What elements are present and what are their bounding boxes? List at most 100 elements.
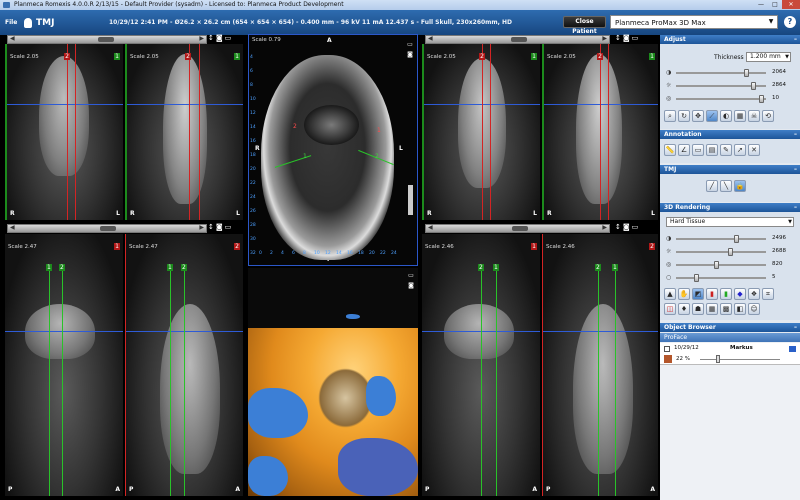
view-toolbar-icons[interactable]: ↕◙▭ xyxy=(615,223,640,231)
slider-knob[interactable] xyxy=(511,37,527,42)
window-icon[interactable]: ▭ xyxy=(407,41,413,48)
render-preset-select[interactable]: Hard Tissue ▼ xyxy=(666,217,794,227)
adjust-header[interactable]: Adjust – xyxy=(660,35,800,44)
object-checkbox[interactable] xyxy=(664,346,670,352)
collapse-icon[interactable]: – xyxy=(794,165,797,174)
annotation-header[interactable]: Annotation – xyxy=(660,130,800,139)
lock-icon[interactable]: 🔒 xyxy=(734,180,746,192)
view-top-left-a[interactable]: Scale 2.05 2 1 R L xyxy=(5,44,123,220)
slider-thumb[interactable] xyxy=(759,95,764,103)
help-button[interactable]: ? xyxy=(784,16,796,28)
object-row[interactable]: 10/29/12 Markus 22 % xyxy=(660,343,800,365)
skull-icon[interactable]: ☠ xyxy=(748,110,760,122)
delete-icon[interactable]: ✕ xyxy=(748,144,760,156)
tmj-module[interactable]: TMJ xyxy=(24,17,69,28)
slider-knob[interactable] xyxy=(512,226,528,231)
clip-blue-icon[interactable]: ◆ xyxy=(734,288,746,300)
maximize-icon[interactable]: □ xyxy=(768,0,782,9)
filter-icon[interactable]: ▦ xyxy=(734,110,746,122)
slider-knob[interactable] xyxy=(100,226,116,231)
right-joint-icon[interactable]: ╲ xyxy=(720,180,732,192)
view-axial[interactable]: Scale 0.79 A R L P 4 6 8 10 12 14 16 18 … xyxy=(248,34,418,266)
cube-icon[interactable]: ❖ xyxy=(748,288,760,300)
slider-thumb[interactable] xyxy=(728,248,733,256)
rendering-header[interactable]: 3D Rendering – xyxy=(660,203,800,212)
pan-icon[interactable]: ✥ xyxy=(692,110,704,122)
arrow-icon[interactable]: ➚ xyxy=(734,144,746,156)
grid-icon[interactable]: ▦ xyxy=(706,303,718,315)
gamma-slider[interactable]: ◎ 10 xyxy=(664,94,796,104)
invert-icon[interactable]: ◐ xyxy=(720,110,732,122)
measure-icon[interactable]: ⟋ xyxy=(706,110,718,122)
render-brightness-slider[interactable]: ☼ 2688 xyxy=(664,247,796,257)
thickness-select[interactable]: 1.200 mm ▼ xyxy=(746,52,791,62)
arrow-right-icon: ▶ xyxy=(199,224,204,231)
reset-icon[interactable]: ⟲ xyxy=(762,110,774,122)
render-opacity-slider[interactable]: ○ 5 xyxy=(664,273,796,283)
landscape-icon[interactable]: ▲ xyxy=(664,288,676,300)
slider-knob[interactable] xyxy=(98,37,114,42)
proface-header[interactable]: ProFace xyxy=(660,333,800,342)
photo-icon[interactable]: ◧ xyxy=(734,303,746,315)
close-icon[interactable]: ✕ xyxy=(782,0,800,9)
density-icon[interactable]: ▤ xyxy=(706,144,718,156)
slider-thumb[interactable] xyxy=(734,235,739,243)
object-opacity-thumb[interactable] xyxy=(716,355,720,363)
tmj-header[interactable]: TMJ – xyxy=(660,165,800,174)
left-joint-icon[interactable]: ╱ xyxy=(706,180,718,192)
camera-icon[interactable]: ◙ xyxy=(408,282,414,289)
view-toolbar-icons[interactable]: ↕◙▭ xyxy=(208,34,233,42)
object-browser-header[interactable]: Object Browser – xyxy=(660,323,800,332)
collapse-icon[interactable]: – xyxy=(794,323,797,332)
view-bottom-right-a[interactable]: 2 1 Scale 2.46 1 P A xyxy=(422,234,540,496)
view-bottom-left-a[interactable]: 1 2 Scale 2.47 1 P A xyxy=(5,234,123,496)
device-select[interactable]: Planmeca ProMax 3D Max ▼ xyxy=(610,15,778,29)
angle-icon[interactable]: ∠ xyxy=(678,144,690,156)
tooth-view-icon[interactable]: ♦ xyxy=(678,303,690,315)
contrast-slider[interactable]: ◑ 2064 xyxy=(664,68,796,78)
skull-3d-icon[interactable]: ☗ xyxy=(692,303,704,315)
object-color-swatch[interactable] xyxy=(789,346,796,352)
collapse-icon[interactable]: – xyxy=(794,203,797,212)
slice-slider-top-left[interactable]: ◀ ▶ xyxy=(7,35,207,44)
close-patient-button[interactable]: Close Patient xyxy=(563,16,606,35)
zoom-icon[interactable]: ⌕ xyxy=(664,110,676,122)
palette-icon[interactable]: ▩ xyxy=(720,303,732,315)
slice-slider-mid-right[interactable]: ◀ ▶ xyxy=(425,224,610,233)
view-3d-render[interactable]: ▭ ◙ xyxy=(248,268,418,496)
file-menu[interactable]: File xyxy=(0,19,20,26)
slider-thumb[interactable] xyxy=(751,82,756,90)
collapse-icon[interactable]: – xyxy=(794,35,797,44)
color-icon[interactable]: ◫ xyxy=(664,303,676,315)
view-bottom-left-b[interactable]: 1 2 Scale 2.47 2 P A xyxy=(125,234,243,496)
note-icon[interactable]: ✎ xyxy=(720,144,732,156)
view-top-right-b[interactable]: Scale 2.05 2 1 R L xyxy=(542,44,658,220)
slice-slider-top-right[interactable]: ◀ ▶ xyxy=(425,35,610,44)
hand-icon[interactable]: ✋ xyxy=(678,288,690,300)
area-icon[interactable]: ▭ xyxy=(692,144,704,156)
view-toolbar-icons[interactable]: ↕◙▭ xyxy=(208,223,233,231)
view-top-left-b[interactable]: Scale 2.05 2 1 R L xyxy=(125,44,243,220)
slider-thumb[interactable] xyxy=(744,69,749,77)
camera-icon[interactable]: ◙ xyxy=(407,51,413,58)
crop-icon[interactable]: ⌗ xyxy=(762,288,774,300)
slider-thumb[interactable] xyxy=(714,261,719,269)
clip-green-icon[interactable]: ▮ xyxy=(720,288,732,300)
slider-thumb[interactable] xyxy=(694,274,699,282)
window-icon[interactable]: ▭ xyxy=(408,272,414,279)
view-toolbar-icons[interactable]: ↕◙▭ xyxy=(615,34,640,42)
minimize-icon[interactable]: — xyxy=(754,0,768,9)
slice-slider-mid-left[interactable]: ◀ ▶ xyxy=(7,224,207,233)
clip-red-icon[interactable]: ▮ xyxy=(706,288,718,300)
collapse-icon[interactable]: – xyxy=(794,130,797,139)
ruler-icon[interactable]: 📏 xyxy=(664,144,676,156)
face-icon[interactable]: ☺ xyxy=(748,303,760,315)
axial-scrollbar[interactable] xyxy=(408,185,413,215)
brightness-slider[interactable]: ☼ 2864 xyxy=(664,81,796,91)
render-contrast-slider[interactable]: ◑ 2496 xyxy=(664,234,796,244)
render-gamma-slider[interactable]: ◎ 820 xyxy=(664,260,796,270)
rotate-icon[interactable]: ↻ xyxy=(678,110,690,122)
slice-plane-icon[interactable]: ◩ xyxy=(692,288,704,300)
view-bottom-right-b[interactable]: 2 1 Scale 2.46 2 P A xyxy=(542,234,658,496)
view-top-right-a[interactable]: Scale 2.05 2 1 R L xyxy=(422,44,540,220)
